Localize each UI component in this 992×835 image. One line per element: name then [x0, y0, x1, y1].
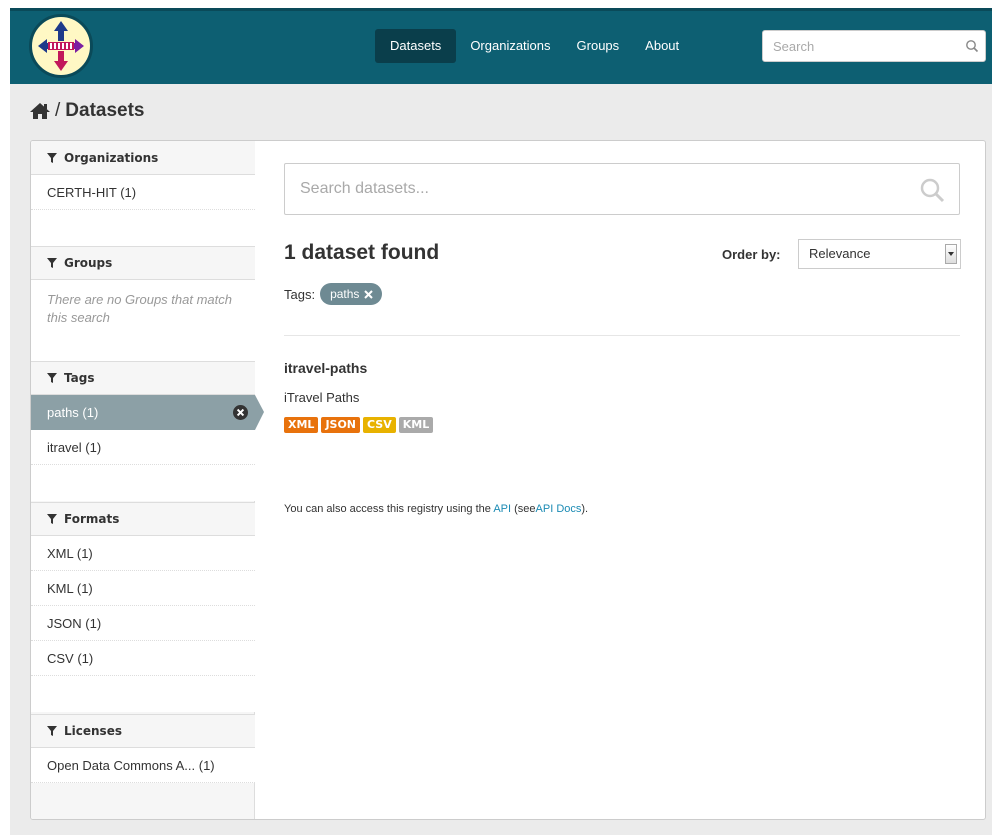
api-link[interactable]: API	[493, 503, 511, 515]
facet-tags: Tags paths (1) itravel (1)	[31, 361, 264, 501]
filter-icon	[47, 152, 57, 163]
facet-title: Tags	[64, 371, 95, 385]
filter-icon	[47, 514, 57, 524]
masthead: Datasets Organizations Groups About	[10, 8, 992, 84]
nav-datasets[interactable]: Datasets	[375, 29, 457, 63]
search-results: 1 dataset found Order by: Relevance Tags…	[255, 141, 985, 819]
filter-icon	[47, 373, 57, 383]
facet-heading: Formats	[31, 502, 255, 536]
site-search-input[interactable]	[763, 31, 953, 61]
facet-item-odc-license[interactable]: Open Data Commons A... (1)	[31, 748, 255, 783]
facet-sidebar: Organizations CERTH-HIT (1) Groups There…	[31, 141, 264, 819]
order-by-label: Order by:	[722, 247, 781, 262]
active-tag-label: paths	[330, 287, 360, 301]
facet-item-csv[interactable]: CSV (1)	[31, 641, 255, 676]
api-note-prefix: You can also access this registry using …	[284, 503, 491, 515]
facet-formats: Formats XML (1) KML (1) JSON (1) CSV (1)	[31, 502, 255, 712]
facet-licenses: Licenses Open Data Commons A... (1)	[31, 714, 255, 783]
facet-item-paths[interactable]: paths (1)	[31, 395, 264, 430]
facet-heading: Tags	[31, 361, 255, 395]
facet-title: Organizations	[64, 150, 159, 165]
facet-heading: Licenses	[31, 714, 255, 748]
dropdown-arrow-icon[interactable]	[945, 244, 957, 264]
facet-item-itravel[interactable]: itravel (1)	[31, 430, 255, 465]
facet-title: Formats	[64, 512, 120, 526]
dataset-search	[284, 163, 960, 215]
facet-title: Licenses	[64, 724, 122, 738]
filter-icon	[47, 258, 57, 268]
close-icon[interactable]	[364, 289, 374, 299]
facet-item-kml[interactable]: KML (1)	[31, 571, 255, 606]
divider	[284, 335, 960, 336]
format-badge-kml: KML	[398, 417, 434, 433]
facet-item-certh-hit[interactable]: CERTH-HIT (1)	[31, 175, 255, 210]
main-wrapper: Organizations CERTH-HIT (1) Groups There…	[10, 136, 992, 835]
facet-list: XML (1) KML (1) JSON (1) CSV (1)	[31, 536, 255, 712]
facet-spacer	[31, 676, 255, 712]
facet-spacer	[31, 210, 255, 246]
breadcrumb-separator: /	[55, 100, 61, 121]
format-badge-xml: XML	[284, 417, 319, 433]
format-badge-json: JSON	[321, 417, 361, 433]
api-note-middle: (see	[514, 503, 536, 515]
order-by-value: Relevance	[809, 246, 871, 261]
dataset-notes: iTravel Paths	[284, 390, 360, 405]
site-logo[interactable]	[29, 14, 93, 78]
result-count: 1 dataset found	[284, 241, 440, 264]
facet-organizations: Organizations CERTH-HIT (1)	[31, 141, 255, 246]
api-note-suffix: ).	[581, 503, 589, 515]
facet-heading: Groups	[31, 246, 255, 280]
facet-list: CERTH-HIT (1)	[31, 175, 255, 246]
format-badge-csv: CSV	[363, 417, 396, 433]
facet-item-json[interactable]: JSON (1)	[31, 606, 255, 641]
remove-filter-icon[interactable]	[233, 405, 248, 420]
breadcrumb: / Datasets	[30, 100, 145, 122]
dataset-format-badges: XML JSON CSV KML	[284, 417, 436, 433]
nav-organizations[interactable]: Organizations	[462, 29, 560, 63]
facet-list: Open Data Commons A... (1)	[31, 748, 255, 783]
nav-about[interactable]: About	[635, 29, 689, 63]
nav-groups[interactable]: Groups	[567, 29, 630, 63]
api-docs-link[interactable]: API Docs	[536, 503, 582, 515]
search-icon[interactable]	[919, 177, 945, 203]
facet-groups: Groups There are no Groups that match th…	[31, 246, 255, 361]
toolbar: / Datasets	[10, 84, 992, 136]
home-icon[interactable]	[30, 102, 50, 120]
dataset-search-input[interactable]	[285, 164, 905, 214]
facet-heading: Organizations	[31, 141, 255, 175]
api-note: You can also access this registry using …	[284, 503, 588, 515]
active-filters: Tags: paths	[284, 283, 383, 305]
order-by-select[interactable]: Relevance	[798, 239, 961, 269]
facet-spacer	[31, 465, 255, 501]
breadcrumb-current[interactable]: Datasets	[65, 100, 144, 122]
facet-title: Groups	[64, 256, 113, 270]
search-icon[interactable]	[965, 39, 979, 53]
main-panel: Organizations CERTH-HIT (1) Groups There…	[30, 140, 986, 820]
filter-tags-label: Tags:	[284, 286, 316, 302]
main-nav: Datasets Organizations Groups About	[375, 29, 695, 63]
dataset-title-link[interactable]: itravel-paths	[284, 360, 367, 376]
active-tag-pill[interactable]: paths	[320, 283, 383, 305]
site-search	[762, 30, 986, 62]
facet-item-xml[interactable]: XML (1)	[31, 536, 255, 571]
facet-list: paths (1) itravel (1)	[31, 395, 264, 501]
filter-icon	[47, 726, 57, 736]
facet-item-label: paths (1)	[47, 405, 99, 420]
facet-empty-message: There are no Groups that match this sear…	[31, 280, 255, 361]
